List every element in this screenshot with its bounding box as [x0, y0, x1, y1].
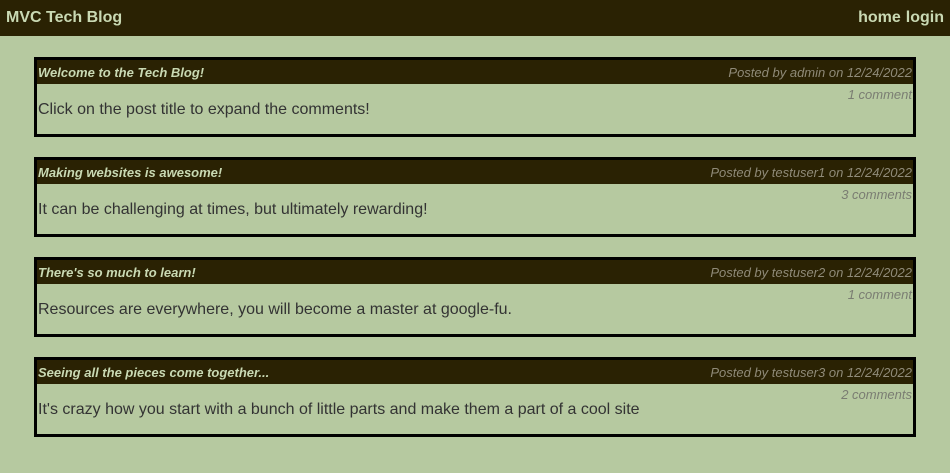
post-header: There's so much to learn! Posted by test… [37, 260, 913, 284]
post-header: Making websites is awesome! Posted by te… [37, 160, 913, 184]
comment-count: 1 comment [847, 287, 912, 302]
nav-home-link[interactable]: home [858, 9, 901, 27]
post-header: Welcome to the Tech Blog! Posted by admi… [37, 60, 913, 84]
post-header: Seeing all the pieces come together... P… [37, 360, 913, 384]
post-meta: Posted by testuser1 on 12/24/2022 [710, 164, 912, 180]
post-body: 1 comment Resources are everywhere, you … [37, 284, 913, 334]
post-title-link[interactable]: Making websites is awesome! [38, 165, 222, 180]
site-brand-link[interactable]: MVC Tech Blog [6, 9, 122, 27]
post-meta: Posted by testuser2 on 12/24/2022 [710, 264, 912, 280]
main-nav: home login [858, 9, 944, 27]
post-card: Making websites is awesome! Posted by te… [34, 157, 916, 237]
post-content: It can be challenging at times, but ulti… [38, 201, 428, 218]
post-body: 2 comments It's crazy how you start with… [37, 384, 913, 434]
post-content: Resources are everywhere, you will becom… [38, 301, 512, 318]
post-list: Welcome to the Tech Blog! Posted by admi… [0, 36, 950, 437]
post-card: There's so much to learn! Posted by test… [34, 257, 916, 337]
post-body: 3 comments It can be challenging at time… [37, 184, 913, 234]
post-title-link[interactable]: Seeing all the pieces come together... [38, 365, 269, 380]
post-title-link[interactable]: Welcome to the Tech Blog! [38, 65, 204, 80]
post-card: Welcome to the Tech Blog! Posted by admi… [34, 57, 916, 137]
post-content: Click on the post title to expand the co… [38, 101, 370, 118]
comment-count: 3 comments [841, 187, 912, 202]
post-content: It's crazy how you start with a bunch of… [38, 401, 640, 418]
post-body: 1 comment Click on the post title to exp… [37, 84, 913, 134]
top-navbar: MVC Tech Blog home login [0, 0, 950, 36]
comment-count: 2 comments [841, 387, 912, 402]
nav-login-link[interactable]: login [906, 9, 944, 27]
post-title-link[interactable]: There's so much to learn! [38, 265, 196, 280]
comment-count: 1 comment [847, 87, 912, 102]
post-meta: Posted by admin on 12/24/2022 [728, 64, 912, 80]
post-meta: Posted by testuser3 on 12/24/2022 [710, 364, 912, 380]
post-card: Seeing all the pieces come together... P… [34, 357, 916, 437]
